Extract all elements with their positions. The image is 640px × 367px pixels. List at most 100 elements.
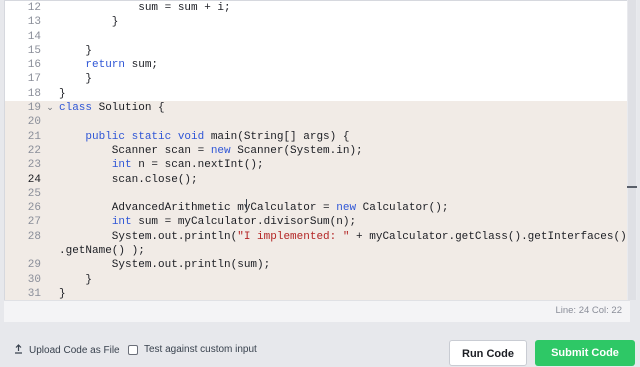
code-editor[interactable]: 12 sum = sum + i; 13 } 14 15 } 16 return sum… — [4, 0, 630, 322]
upload-code-link[interactable]: Upload Code as File — [14, 344, 120, 357]
code-line[interactable]: 12 sum = sum + i; — [5, 1, 629, 15]
code-token: } — [59, 287, 66, 300]
code-line[interactable]: 23 int n = scan.nextInt(); — [5, 158, 629, 173]
code-token: } — [59, 16, 119, 29]
text-cursor — [246, 199, 247, 209]
code-token: System.out.println(sum); — [59, 259, 271, 272]
code-text: System.out.println(sum); — [59, 258, 270, 272]
code-line[interactable]: 20 — [5, 115, 629, 130]
code-line[interactable]: 21 public static void main(String[] args… — [5, 129, 629, 144]
line-number: 14 — [27, 30, 41, 43]
code-token: AdvancedArithmetic myCalculator = — [59, 202, 337, 215]
line-number: 12 — [27, 2, 41, 14]
code-token: } — [59, 44, 93, 57]
line-number: 24 — [27, 173, 41, 186]
code-line[interactable]: 19 ⌄ class Solution { — [5, 101, 629, 116]
line-number: 17 — [27, 73, 41, 86]
code-token: new — [210, 144, 238, 157]
fold-chevron-icon[interactable]: ⌄ — [45, 101, 55, 115]
code-text: return sum; — [59, 58, 158, 72]
code-token: sum = sum + i; — [59, 2, 231, 14]
code-text: } — [59, 87, 66, 101]
code-text: .getName() ); — [59, 244, 145, 258]
code-token: new — [336, 202, 363, 215]
line-number: 27 — [27, 216, 41, 229]
code-line[interactable]: 26 AdvancedArithmetic myCalculator = new… — [5, 201, 629, 216]
line-number: 21 — [27, 130, 41, 143]
line-number: 29 — [27, 259, 41, 272]
code-text: AdvancedArithmetic myCalculator = new Ca… — [59, 201, 449, 215]
code-text: } — [59, 273, 92, 287]
code-token: sum; — [131, 59, 159, 72]
line-number: 13 — [27, 16, 41, 29]
code-token: Scanner(System.in); — [237, 144, 363, 157]
code-token: + myCalculator.getClass().getInterfaces(… — [349, 230, 630, 243]
code-token: class — [59, 102, 99, 115]
action-bar: Upload Code as File Test against custom … — [0, 330, 640, 366]
code-text: public static void main(String[] args) { — [59, 130, 349, 144]
test-custom-input-toggle[interactable]: Test against custom input — [128, 344, 257, 355]
test-custom-input-label: Test against custom input — [144, 344, 257, 355]
line-number: 26 — [27, 202, 41, 215]
line-number: 15 — [27, 44, 41, 57]
line-number: 28 — [27, 230, 41, 243]
code-token: Calculator(); — [362, 202, 449, 215]
line-number: 22 — [27, 144, 41, 157]
scrollbar-thumb[interactable] — [627, 186, 637, 188]
code-token: } — [59, 73, 93, 86]
code-token: System.out.println( — [59, 230, 238, 243]
code-line[interactable]: 29 System.out.println(sum); — [5, 258, 629, 273]
code-token: int — [111, 216, 139, 229]
code-line[interactable]: 25 — [5, 186, 629, 202]
code-token: main(String[] args) { — [210, 130, 350, 143]
code-text: class Solution { — [59, 101, 165, 115]
scrollbar-track — [628, 0, 636, 300]
code-line[interactable]: 15 } — [5, 44, 629, 58]
code-line[interactable]: 17 } — [5, 72, 629, 86]
code-line[interactable]: .getName() ); — [5, 244, 629, 259]
code-token: int — [111, 159, 139, 172]
code-line[interactable]: 30 } — [5, 272, 629, 287]
code-line[interactable]: 24 scan.close(); — [5, 172, 629, 187]
line-number: 20 — [27, 116, 41, 129]
run-code-button[interactable]: Run Code — [449, 340, 527, 366]
upload-icon — [14, 344, 23, 357]
custom-input-checkbox[interactable] — [128, 344, 138, 355]
code-text: System.out.println("I implemented: " + m… — [59, 230, 630, 244]
line-number: 25 — [27, 187, 41, 200]
code-token: "I implemented: " — [237, 230, 350, 243]
code-line[interactable]: 14 — [5, 30, 629, 44]
code-lines[interactable]: 12 sum = sum + i; 13 } 14 15 } 16 return sum… — [5, 1, 630, 302]
line-number: 30 — [27, 273, 41, 286]
code-token: scan.close(); — [59, 173, 198, 186]
code-line[interactable]: 22 Scanner scan = new Scanner(System.in)… — [5, 143, 629, 159]
code-text: } — [59, 72, 92, 86]
code-token: sum = myCalculator.divisorSum(n); — [138, 216, 357, 229]
code-line[interactable]: 18} — [5, 87, 629, 101]
submit-code-button[interactable]: Submit Code — [535, 340, 635, 366]
code-line[interactable]: 27 int sum = myCalculator.divisorSum(n); — [5, 215, 629, 230]
code-text: Scanner scan = new Scanner(System.in); — [59, 144, 363, 158]
code-token: public static void — [85, 130, 211, 143]
code-text: scan.close(); — [59, 173, 198, 187]
upload-code-label: Upload Code as File — [29, 345, 120, 356]
code-line[interactable]: 16 return sum; — [5, 58, 629, 72]
code-line[interactable]: 13 } — [5, 15, 629, 29]
line-number: 18 — [27, 87, 41, 100]
code-token: Scanner scan = — [59, 144, 211, 157]
line-number: 16 — [27, 59, 41, 72]
editor-statusbar: Line: 24 Col: 22 — [4, 300, 630, 322]
editor-scrollbar[interactable] — [627, 0, 637, 300]
code-text: int sum = myCalculator.divisorSum(n); — [59, 215, 356, 229]
code-line[interactable]: 28 System.out.println("I implemented: " … — [5, 229, 630, 245]
code-token: } — [59, 87, 66, 100]
line-number: 23 — [27, 159, 41, 172]
code-text: sum = sum + i; — [59, 1, 231, 15]
code-token: Solution { — [98, 102, 165, 115]
code-text: } — [59, 44, 92, 58]
code-token: return — [59, 59, 132, 72]
code-token: .getName() ); — [59, 245, 145, 258]
